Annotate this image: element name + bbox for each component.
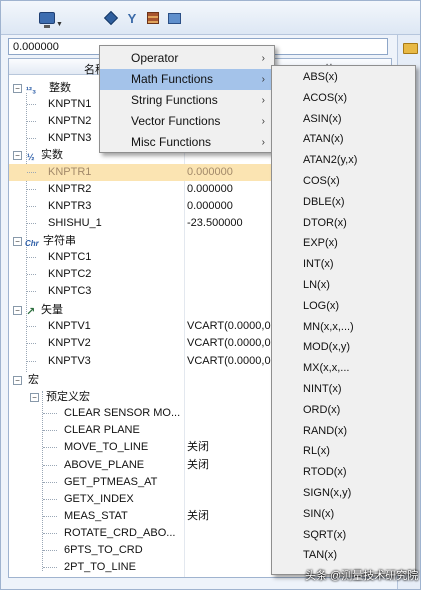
collapse-icon[interactable]: − (13, 306, 22, 315)
submenu-item[interactable]: MN(x,x,...) (272, 317, 415, 338)
submenu-item[interactable]: RAND(x) (272, 421, 415, 442)
submenu-item[interactable]: INT(x) (272, 254, 415, 275)
collapse-icon[interactable]: − (13, 84, 22, 93)
collapse-icon[interactable]: − (13, 237, 22, 246)
submenu-item[interactable]: DBLE(x) (272, 192, 415, 213)
submenu-item[interactable]: LN(x) (272, 275, 415, 296)
submenu-item[interactable]: ASIN(x) (272, 109, 415, 130)
submenu-item[interactable]: NINT(x) (272, 379, 415, 400)
submenu-arrow-icon: › (261, 116, 265, 127)
display-button[interactable]: ▼ (39, 8, 63, 28)
submenu-item[interactable]: MOD(x,y) (272, 337, 415, 358)
submenu-item[interactable]: ACOS(x) (272, 88, 415, 109)
menu-item-string-functions[interactable]: String Functions › (100, 90, 274, 111)
submenu-arrow-icon: › (261, 95, 265, 106)
screen-icon (167, 12, 181, 24)
submenu-arrow-icon: › (261, 137, 265, 148)
math-functions-submenu: ABS(x) ACOS(x) ASIN(x) ATAN(x) ATAN2(y,x… (271, 65, 416, 575)
menu-item-vector-functions[interactable]: Vector Functions › (100, 111, 274, 132)
collapse-icon[interactable]: − (13, 151, 22, 160)
submenu-item[interactable]: ABS(x) (272, 67, 415, 88)
submenu-item[interactable]: RTOD(x) (272, 462, 415, 483)
menu-item-math-functions[interactable]: Math Functions › (100, 69, 274, 90)
menu-item-operator[interactable]: Operator › (100, 48, 274, 69)
submenu-item[interactable]: MX(x,x,... (272, 358, 415, 379)
toolbar: ▼ Y (1, 1, 420, 35)
submenu-item[interactable]: ATAN2(y,x) (272, 150, 415, 171)
submenu-arrow-icon: › (261, 74, 265, 85)
filter-button[interactable]: Y (125, 8, 139, 28)
submenu-item[interactable]: SQRT(x) (272, 525, 415, 546)
dropdown-arrow-icon: ▼ (56, 21, 63, 28)
submenu-arrow-icon: › (261, 53, 265, 64)
submenu-item[interactable]: TAN(x) (272, 545, 415, 566)
submenu-item[interactable]: ATAN(x) (272, 129, 415, 150)
layers-icon (147, 12, 159, 24)
filter-icon: Y (127, 10, 137, 26)
cube-button[interactable] (103, 8, 119, 28)
submenu-item[interactable]: ORD(x) (272, 400, 415, 421)
monitor-icon (39, 12, 55, 28)
submenu-item[interactable]: SIN(x) (272, 504, 415, 525)
app-window: ▼ Y 0.000000 名称 值 − (0, 0, 421, 590)
submenu-item[interactable]: RL(x) (272, 441, 415, 462)
menu-item-misc-functions[interactable]: Misc Functions › (100, 132, 274, 153)
screen-button[interactable] (166, 8, 182, 28)
layers-button[interactable] (145, 8, 161, 28)
submenu-item[interactable]: LOG(x) (272, 296, 415, 317)
watermark-text: 头条 @测量技术研究院 (305, 570, 419, 582)
cube-icon (103, 10, 119, 26)
submenu-item[interactable]: SIGN(x,y) (272, 483, 415, 504)
context-menu: Operator › Math Functions › String Functio… (99, 45, 275, 153)
collapse-icon[interactable]: − (13, 376, 22, 385)
submenu-item[interactable]: EXP(x) (272, 233, 415, 254)
submenu-item[interactable]: COS(x) (272, 171, 415, 192)
collapse-icon[interactable]: − (30, 393, 39, 402)
folder-icon[interactable] (403, 43, 418, 54)
submenu-item[interactable]: DTOR(x) (272, 213, 415, 234)
